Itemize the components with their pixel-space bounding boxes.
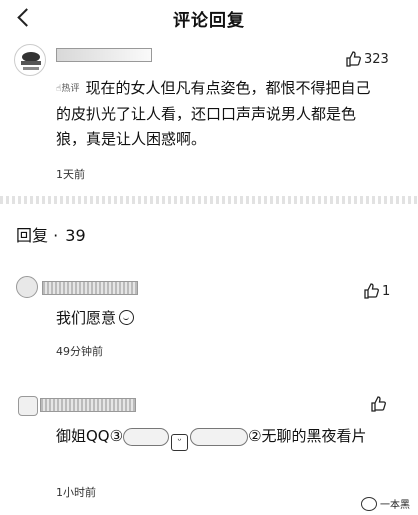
thumbs-up-icon (371, 396, 386, 412)
avatar[interactable] (16, 276, 38, 298)
like-button[interactable] (370, 396, 386, 412)
page-title: 评论回复 (173, 11, 245, 31)
like-button[interactable]: 323 (345, 51, 389, 67)
nav-header: 评论回复 (0, 0, 418, 36)
hot-comment-tag: ☝热评 (56, 84, 80, 94)
username-redacted[interactable] (40, 398, 136, 412)
comment-text: 现在的女人但凡有点姿色，都恨不得把自己的皮扒光了让人看，还口口声声说男人都是色狼… (56, 79, 371, 148)
wechat-icon (361, 496, 377, 511)
like-button[interactable]: 1 (363, 283, 390, 299)
smile-emoji-icon (119, 310, 135, 325)
avatar[interactable] (18, 396, 38, 416)
redacted-text (190, 427, 249, 446)
like-count: 323 (364, 51, 389, 67)
reply-body: 御姐QQ③ ᵕ ②无聊的黑夜看片 (56, 424, 386, 451)
section-divider (0, 196, 418, 204)
avatar[interactable] (14, 44, 46, 76)
redacted-text (123, 427, 170, 446)
username-redacted[interactable] (56, 48, 152, 62)
replies-header: 回复 · 39 (16, 226, 86, 245)
like-count: 1 (382, 283, 391, 299)
comment-body: ☝热评 现在的女人但凡有点姿色，都恨不得把自己的皮扒光了让人看，还口口声声说男人都… (56, 76, 378, 152)
reply-time: 1小时前 (56, 486, 96, 499)
reply-time: 49分钟前 (56, 345, 103, 358)
comment-time: 1天前 (56, 168, 85, 181)
square-emoji-icon: ᵕ (171, 434, 189, 451)
thumbs-up-icon (364, 283, 379, 299)
username-redacted[interactable] (42, 281, 138, 295)
reply-body: 我们愿意 (56, 306, 356, 331)
watermark: 一本黑 (361, 496, 410, 511)
thumbs-up-icon (346, 51, 361, 67)
